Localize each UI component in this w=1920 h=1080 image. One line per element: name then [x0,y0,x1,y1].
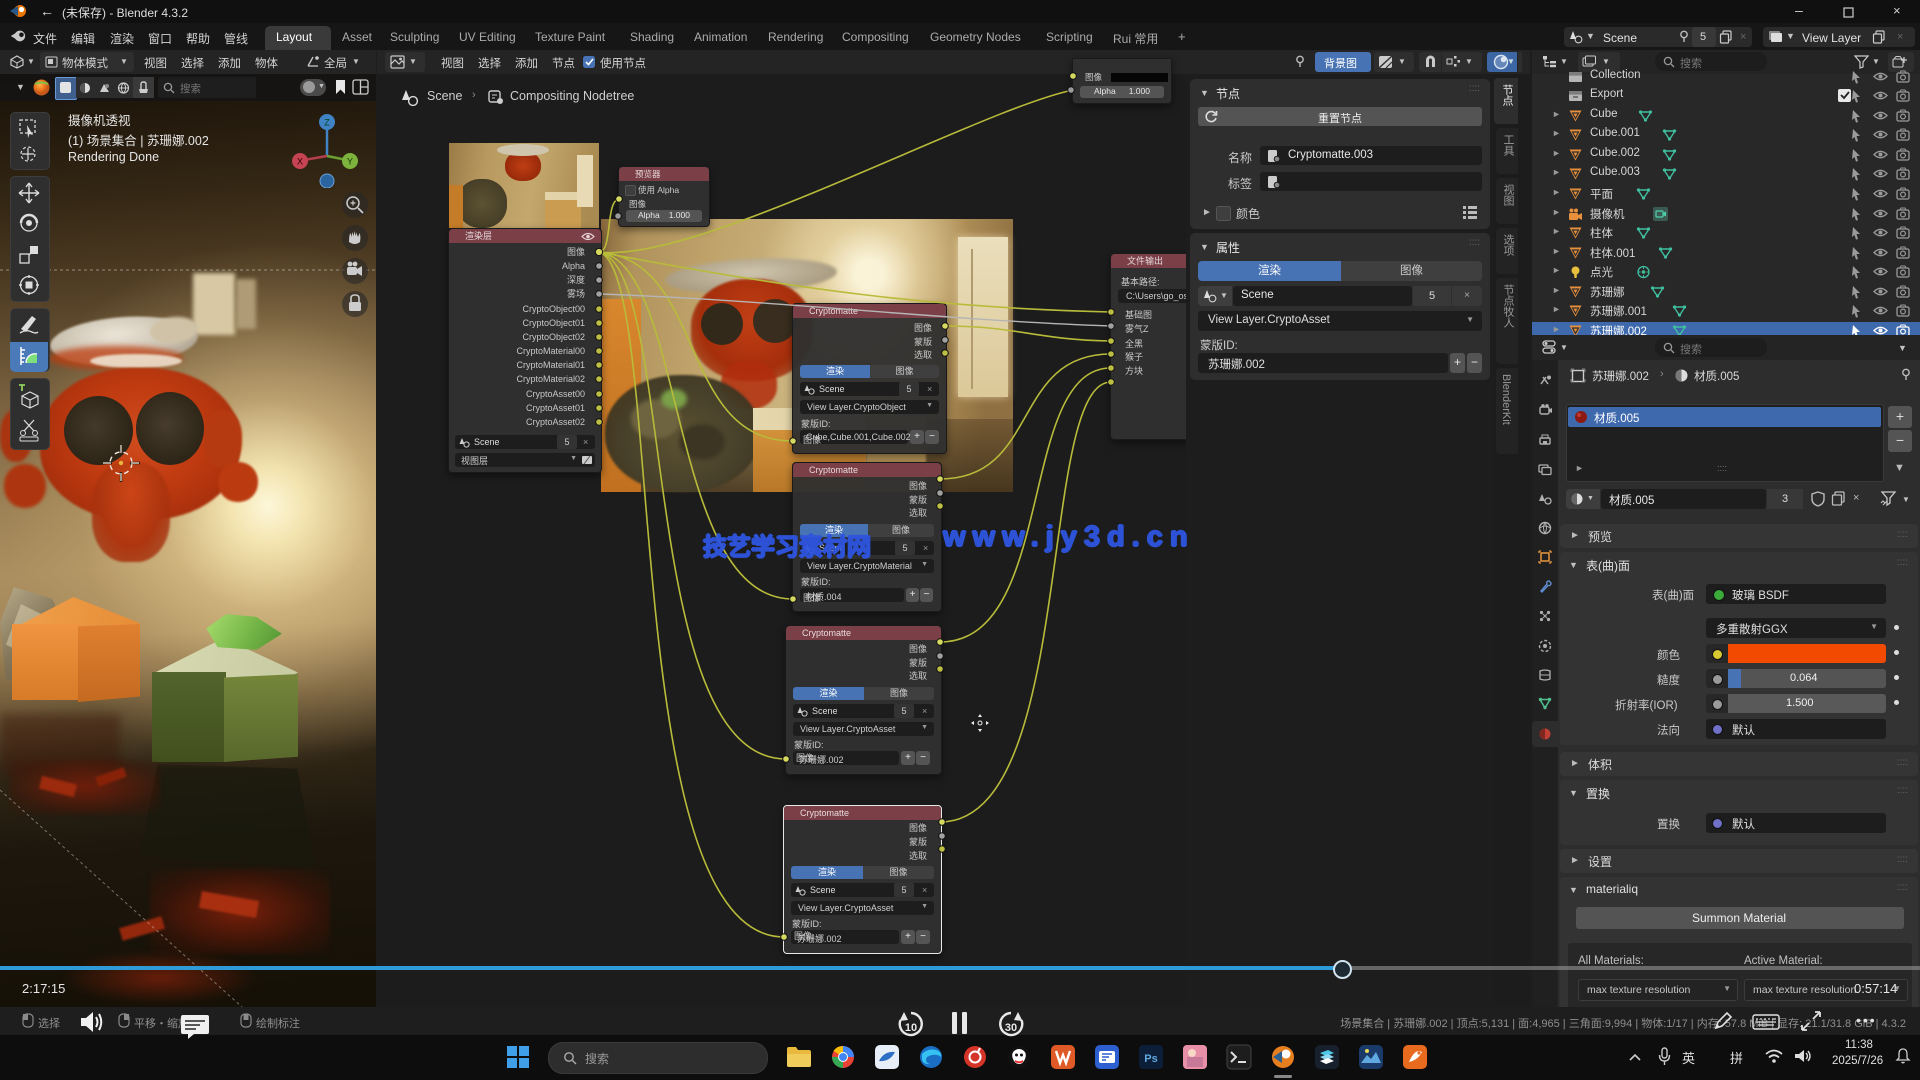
svg-text:Ps: Ps [1144,1053,1157,1065]
svg-text:Z: Z [324,118,330,128]
svg-text:X: X [297,157,303,167]
svg-text:Y: Y [347,157,353,167]
